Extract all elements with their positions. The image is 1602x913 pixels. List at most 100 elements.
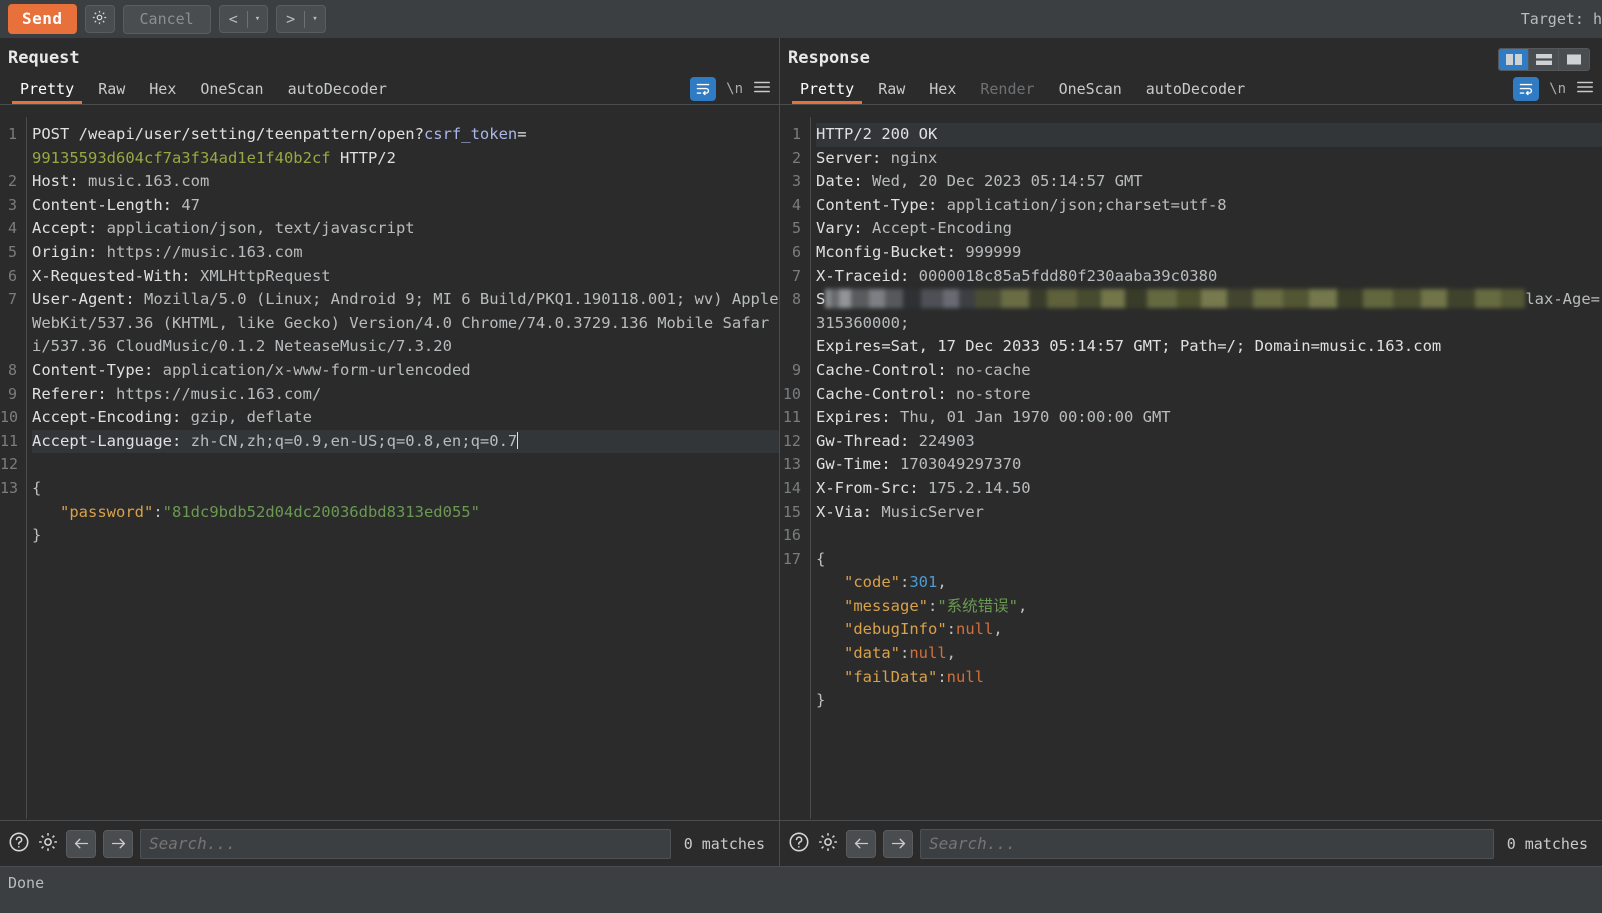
tab-request-autodecoder[interactable]: autoDecoder xyxy=(276,78,399,104)
hamburger-menu-icon[interactable] xyxy=(1576,79,1594,99)
line-number: 13 xyxy=(0,478,28,497)
line-number: 5 xyxy=(7,242,26,261)
line-number: 3 xyxy=(7,195,26,214)
code-line: Content-Type: application/json;charset=u… xyxy=(816,195,1227,214)
line-number xyxy=(780,642,810,666)
code-line: Accept-Encoding: gzip, deflate xyxy=(32,408,312,427)
hamburger-menu-icon[interactable] xyxy=(753,79,771,99)
line-number: 3 xyxy=(791,172,810,191)
cancel-button[interactable]: Cancel xyxy=(122,4,211,34)
tab-request-pretty[interactable]: Pretty xyxy=(8,78,86,104)
search-forward-button[interactable] xyxy=(103,829,133,858)
line-number: 7 xyxy=(791,266,810,285)
newline-toggle[interactable]: \n xyxy=(1549,81,1566,97)
code-line: Content-Length: 47 xyxy=(32,195,200,214)
request-panel-title: Request xyxy=(8,48,80,68)
code-line: Accept-Language: zh-CN,zh;q=0.9,en-US;q=… xyxy=(32,429,779,454)
line-number: 15 xyxy=(782,502,810,521)
horizontal-split-icon[interactable] xyxy=(1529,49,1559,70)
single-pane-icon[interactable] xyxy=(1559,49,1589,70)
line-number xyxy=(0,524,26,548)
tab-response-autodecoder[interactable]: autoDecoder xyxy=(1134,78,1257,104)
request-editor[interactable]: 1 2 3 4 5 6 7 8 9 10 11 12 13 POST /weap… xyxy=(0,117,779,819)
previous-request-button[interactable]: < ▾ xyxy=(218,5,269,33)
line-number: 14 xyxy=(782,478,810,497)
response-body-text[interactable]: HTTP/2 200 OK Server: nginx Date: Wed, 20 … xyxy=(810,117,1602,819)
code-line: Referer: https://music.163.com/ xyxy=(32,384,322,403)
response-search-input[interactable] xyxy=(920,828,1494,859)
word-wrap-icon[interactable] xyxy=(690,77,717,101)
request-search-bar: 0 matches xyxy=(0,820,779,866)
request-tab-tools: \n xyxy=(690,77,771,101)
code-line: User-Agent: Mozilla/5.0 (Linux; Android … xyxy=(32,290,779,356)
newline-toggle[interactable]: \n xyxy=(726,81,743,97)
code-line: X-Via: MusicServer xyxy=(816,502,984,521)
code-line: Cache-Control: no-cache xyxy=(816,360,1031,379)
line-number: 8 xyxy=(7,360,26,379)
line-number xyxy=(780,335,810,359)
line-number: 12 xyxy=(0,455,28,474)
status-text: Done xyxy=(8,874,45,892)
redacted-cookie-value xyxy=(825,289,1526,309)
response-tab-tools: \n xyxy=(1513,77,1594,101)
code-line: Origin: https://music.163.com xyxy=(32,242,303,261)
response-search-bar: 0 matches xyxy=(780,820,1602,866)
code-line: POST /weapi/user/setting/teenpattern/ope… xyxy=(32,125,527,143)
line-number: 10 xyxy=(782,384,810,403)
word-wrap-icon[interactable] xyxy=(1513,77,1540,101)
search-forward-button[interactable] xyxy=(883,829,913,858)
tab-request-hex[interactable]: Hex xyxy=(137,78,188,104)
chevron-down-icon[interactable]: ▾ xyxy=(305,14,324,24)
code-line: { xyxy=(816,549,826,568)
gear-icon xyxy=(91,9,108,30)
line-number: 8 xyxy=(791,290,810,309)
tab-response-raw[interactable]: Raw xyxy=(866,78,917,104)
tab-response-hex[interactable]: Hex xyxy=(917,78,968,104)
line-number xyxy=(780,689,810,713)
tab-response-pretty[interactable]: Pretty xyxy=(788,78,866,104)
request-body-text[interactable]: POST /weapi/user/setting/teenpattern/ope… xyxy=(26,117,779,819)
line-number: 17 xyxy=(782,549,810,568)
line-number: 2 xyxy=(7,172,26,191)
help-circle-icon[interactable] xyxy=(8,831,30,857)
code-line: Date: Wed, 20 Dec 2023 05:14:57 GMT xyxy=(816,172,1143,191)
code-line: Host: music.163.com xyxy=(32,172,210,191)
response-match-count: 0 matches xyxy=(1506,834,1588,853)
line-number xyxy=(0,501,26,525)
code-line: Expires: Thu, 01 Jan 1970 00:00:00 GMT xyxy=(816,408,1171,427)
line-number: 2 xyxy=(791,148,810,167)
request-pane: Request Pretty Raw Hex OneScan autoDecod… xyxy=(0,38,779,866)
chevron-left-icon: < xyxy=(228,10,238,28)
line-number xyxy=(780,595,810,619)
line-number xyxy=(780,666,810,690)
line-number: 6 xyxy=(791,242,810,261)
code-line: 99135593d604cf7a3f34ad1e1f40b2cf HTTP/2 xyxy=(32,148,396,167)
request-search-input[interactable] xyxy=(140,828,671,859)
line-number: 6 xyxy=(7,266,26,285)
search-settings-gear-icon[interactable] xyxy=(817,831,839,857)
code-line: Gw-Thread: 224903 xyxy=(816,431,975,450)
search-back-button[interactable] xyxy=(66,829,96,858)
tab-request-onescan[interactable]: OneScan xyxy=(188,78,275,104)
search-back-button[interactable] xyxy=(846,829,876,858)
line-number: 11 xyxy=(782,408,810,427)
response-editor[interactable]: 1 2 3 4 5 6 7 8 9 10 11 12 13 14 15 16 1… xyxy=(780,117,1602,819)
line-number: 12 xyxy=(782,431,810,450)
chevron-down-icon[interactable]: ▾ xyxy=(248,14,267,24)
help-circle-icon[interactable] xyxy=(788,831,810,857)
code-line: "message":"系统错误", xyxy=(844,596,1028,615)
code-line: Expires=Sat, 17 Dec 2033 05:14:57 GMT; P… xyxy=(816,337,1442,356)
tab-response-onescan[interactable]: OneScan xyxy=(1047,78,1134,104)
line-number xyxy=(780,618,810,642)
next-request-button[interactable]: > ▾ xyxy=(276,5,326,33)
tab-request-raw[interactable]: Raw xyxy=(86,78,137,104)
main-toolbar: Send Cancel < ▾ > ▾ Target: h xyxy=(0,0,1602,38)
line-number: 4 xyxy=(7,219,26,238)
send-button[interactable]: Send xyxy=(8,4,77,34)
line-number: 4 xyxy=(791,195,810,214)
response-pane: Response Pretty Raw Hex Render OneScan a… xyxy=(779,38,1602,866)
search-settings-gear-icon[interactable] xyxy=(37,831,59,857)
vertical-split-icon[interactable] xyxy=(1499,49,1529,70)
request-settings-button[interactable] xyxy=(84,5,115,33)
